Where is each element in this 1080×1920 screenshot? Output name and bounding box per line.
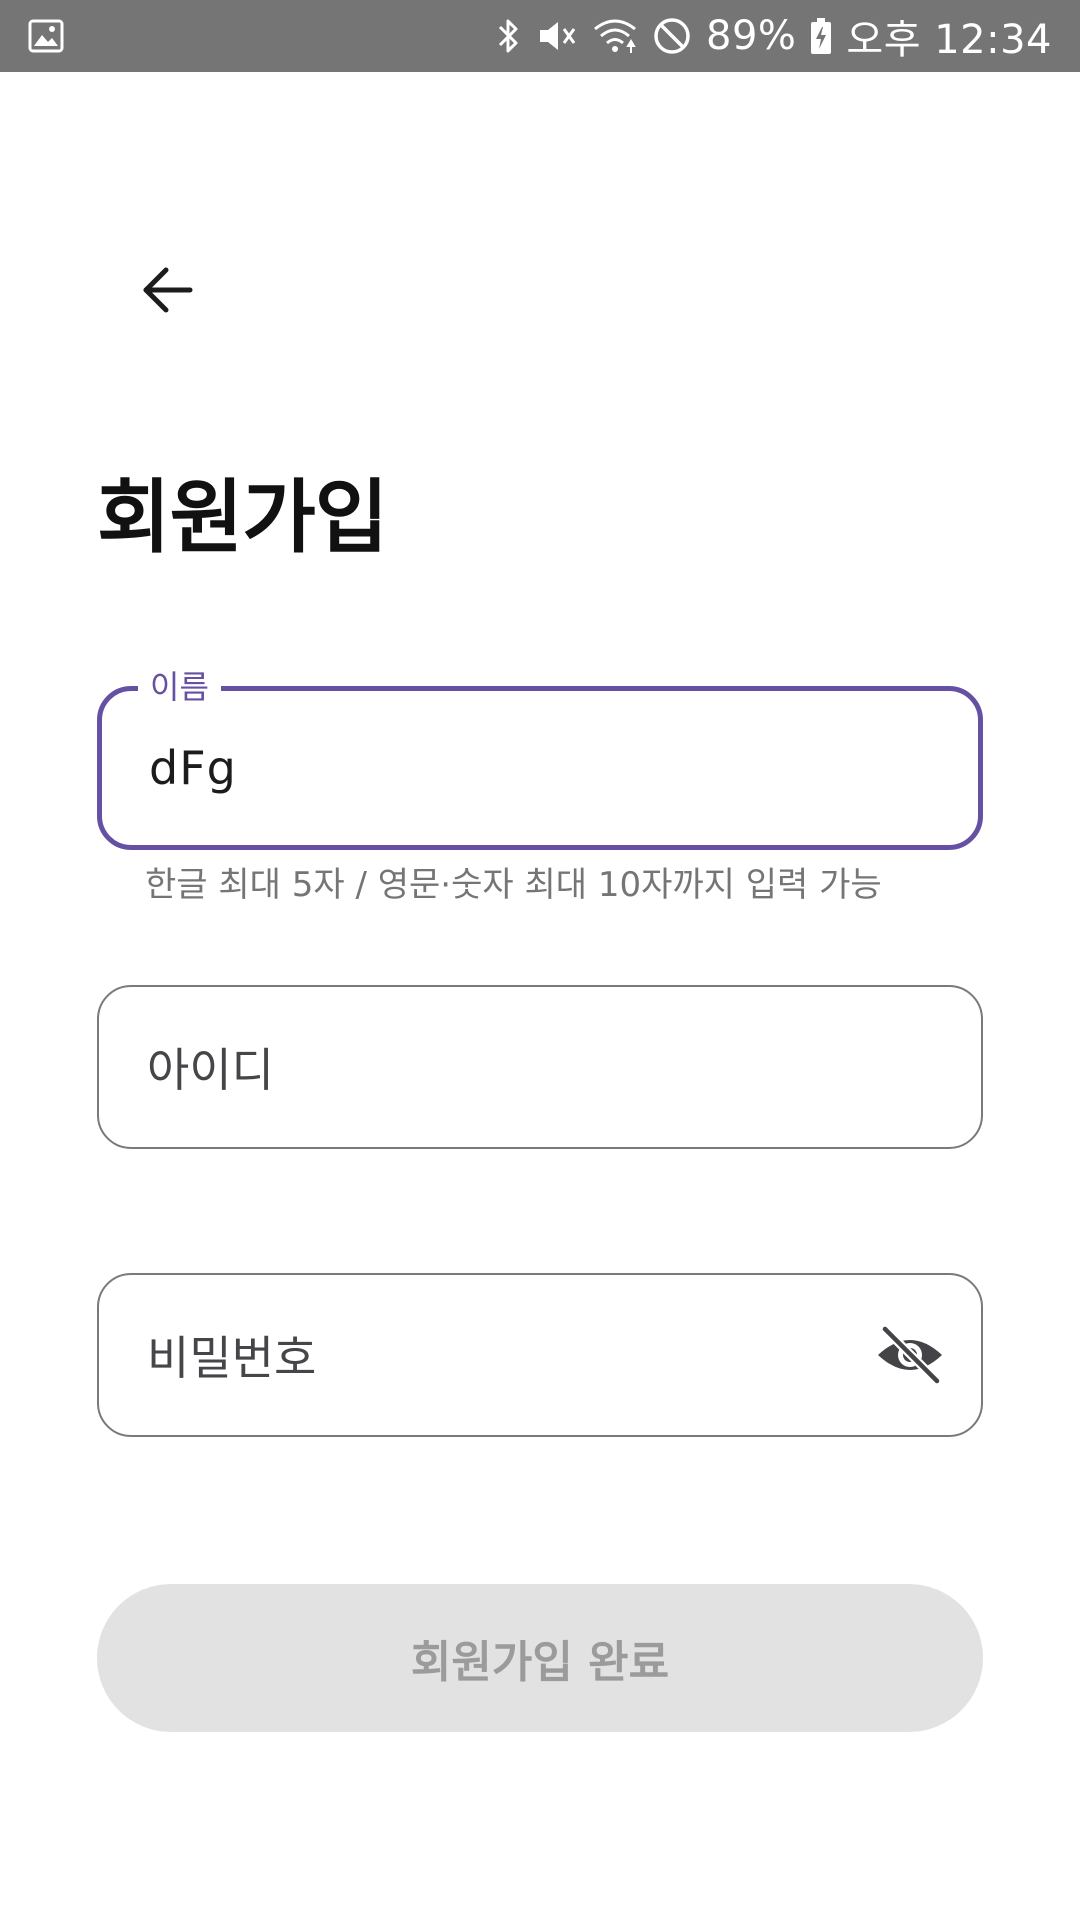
page-title: 회원가입 [97,471,388,564]
id-field[interactable]: 아이디 [97,985,983,1149]
wifi-icon [592,16,638,56]
name-field-value[interactable]: dFg [149,691,237,845]
back-button[interactable] [128,250,208,330]
signup-complete-button[interactable]: 회원가입 완료 [97,1584,983,1732]
id-field-placeholder: 아이디 [147,1043,274,1097]
name-field-helper-text: 한글 최대 5자 / 영문·숫자 최대 10자까지 입력 가능 [145,865,882,905]
status-bar: 89% 오후 12:34 [0,0,1080,72]
signup-screen: 89% 오후 12:34 회원가입 이름 dFg 한글 최대 5자 / 영문·숫… [0,0,1080,1920]
visibility-off-icon [878,1325,942,1385]
status-icons: 89% 오후 12:34 [496,0,1052,72]
status-time: 오후 12:34 [846,17,1052,63]
do-not-disturb-icon [652,16,692,56]
name-field[interactable]: 이름 dFg [97,665,983,850]
bluetooth-icon [496,16,522,56]
gallery-icon [28,18,64,54]
battery-percent: 89% [706,13,797,59]
password-visibility-toggle[interactable] [875,1320,945,1390]
password-field[interactable]: 비밀번호 [97,1273,983,1437]
battery-charging-icon [810,16,832,56]
vibrate-off-icon [536,16,578,56]
arrow-back-icon [143,267,193,313]
password-field-placeholder: 비밀번호 [147,1331,317,1385]
